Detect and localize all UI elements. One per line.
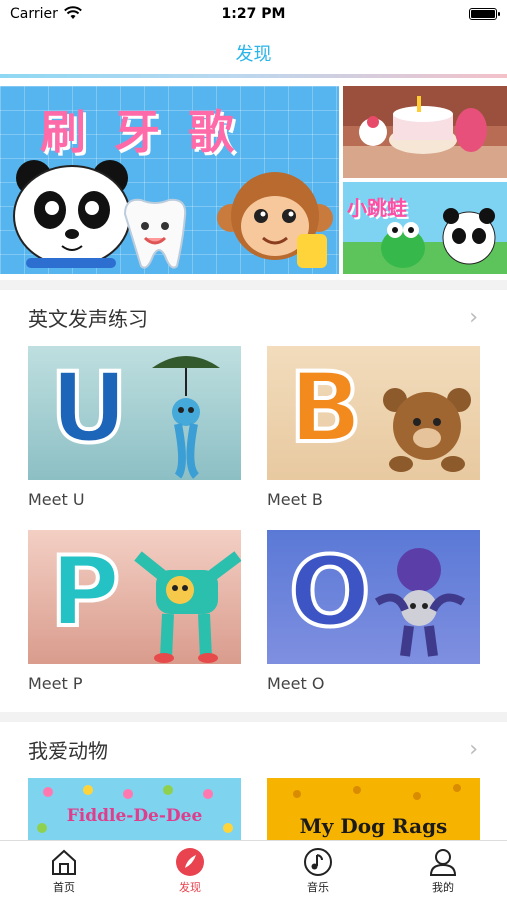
character-b-illustration xyxy=(383,388,471,472)
music-icon xyxy=(304,848,332,876)
profile-icon xyxy=(429,849,457,876)
chevron-right-icon[interactable]: › xyxy=(469,305,478,330)
chevron-right-icon[interactable]: › xyxy=(469,737,478,762)
section-separator xyxy=(0,280,507,290)
video-caption: Meet P xyxy=(28,674,83,693)
banner-cake-card[interactable] xyxy=(343,86,507,178)
section-title: 英文发声练习 xyxy=(28,307,148,331)
video-card-meet-b[interactable]: B Meet B xyxy=(267,346,480,509)
character-o-illustration xyxy=(374,548,466,657)
cake-illustration xyxy=(343,86,507,178)
tab-home[interactable]: 首页 xyxy=(24,847,104,895)
status-time: 1:27 PM xyxy=(221,6,286,22)
section-title: 我爱动物 xyxy=(28,739,108,763)
section-header-animals[interactable]: 我爱动物 › xyxy=(28,735,478,765)
banner-frog-card[interactable]: 小跳蛙 xyxy=(343,182,507,274)
tooth-illustration xyxy=(123,198,187,269)
page-title: 发现 xyxy=(235,44,272,65)
video-card-my-dog-rags[interactable]: My Dog Rags xyxy=(267,778,480,840)
tab-label: 发现 xyxy=(179,881,201,894)
home-icon xyxy=(52,849,76,875)
video-caption: Meet O xyxy=(267,674,325,693)
video-card-meet-o[interactable]: O Meet O xyxy=(267,530,480,693)
video-thumbnail: U xyxy=(28,346,241,480)
battery-icon xyxy=(469,8,500,20)
video-card-meet-p[interactable]: P Meet P xyxy=(28,530,241,693)
video-thumbnail: P xyxy=(28,530,241,664)
tab-label: 首页 xyxy=(53,881,75,894)
character-p-illustration xyxy=(134,551,241,663)
video-caption: Meet U xyxy=(28,490,85,509)
tab-music[interactable]: 音乐 xyxy=(278,847,358,895)
discover-icon xyxy=(176,848,204,876)
tab-discover[interactable]: 发现 xyxy=(150,847,230,895)
video-thumbnail: My Dog Rags xyxy=(267,778,480,840)
tab-label: 音乐 xyxy=(307,881,329,894)
tab-label: 我的 xyxy=(432,881,454,894)
status-bar: Carrier 1:27 PM xyxy=(0,0,507,28)
banner-main-card[interactable]: 刷牙歌 xyxy=(0,86,339,274)
navbar-divider xyxy=(0,74,507,78)
thumb-title: My Dog Rags xyxy=(299,814,448,838)
section-header-english[interactable]: 英文发声练习 › xyxy=(28,303,478,333)
thumb-title: Fiddle-De-Dee xyxy=(66,806,203,826)
video-caption: Meet B xyxy=(267,490,323,509)
video-thumbnail: B xyxy=(267,346,480,480)
tab-bar: 首页 发现 音乐 我的 xyxy=(0,840,507,901)
video-thumbnail: Fiddle-De-Dee xyxy=(28,778,241,840)
video-thumbnail: O xyxy=(267,530,480,664)
tab-profile[interactable]: 我的 xyxy=(403,847,483,895)
section-separator xyxy=(0,712,507,722)
banner-carousel[interactable]: 刷牙歌 小跳蛙 xyxy=(0,86,507,276)
character-u-illustration xyxy=(152,356,220,479)
banner-frog-title: 小跳蛙 xyxy=(347,196,407,220)
banner-main-title: 刷牙歌 xyxy=(40,105,262,159)
video-card-fiddle-de-dee[interactable]: Fiddle-De-Dee xyxy=(28,778,241,840)
video-card-meet-u[interactable]: U Meet U xyxy=(28,346,241,509)
navigation-bar: 发现 xyxy=(0,28,507,78)
monkey-illustration xyxy=(217,172,333,268)
